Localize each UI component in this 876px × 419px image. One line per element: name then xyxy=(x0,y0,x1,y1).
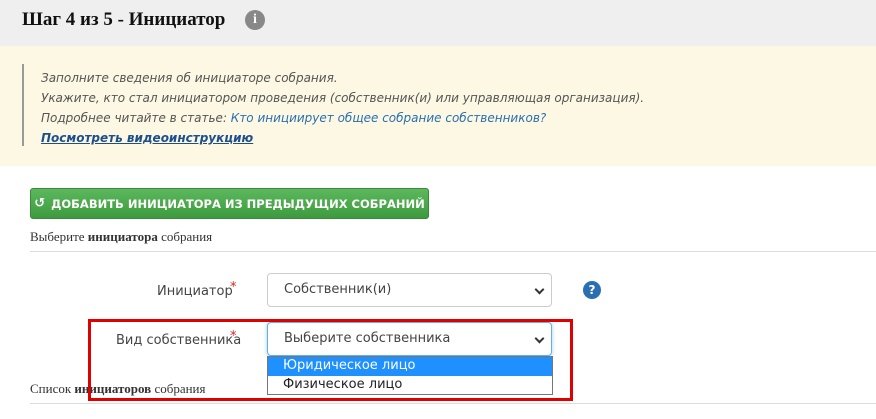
notice-panel: Заполните сведения об инициаторе собрани… xyxy=(0,46,876,166)
initiators-list-bold: инициаторов xyxy=(74,381,152,396)
dropdown-option-legal-entity[interactable]: Юридическое лицо xyxy=(268,357,552,376)
help-icon[interactable]: ? xyxy=(583,281,601,299)
notice-line-4: Посмотреть видеоинструкцию xyxy=(41,128,644,148)
choose-initiator-bold: инициатора xyxy=(87,229,158,244)
notice-line-1: Заполните сведения об инициаторе собрани… xyxy=(41,71,338,85)
add-initiator-button-label: ДОБАВИТЬ ИНИЦИАТОРА ИЗ ПРЕДЫДУЩИХ СОБРАН… xyxy=(51,196,425,211)
required-mark: * xyxy=(230,280,237,295)
owner-type-dropdown: Юридическое лицо Физическое лицо xyxy=(267,356,553,395)
initiators-list-prefix: Список xyxy=(30,381,75,396)
owner-type-select-value: Выберите собственника xyxy=(284,331,451,346)
notice-line-3: Подробнее читайте в статье: Кто иницииру… xyxy=(41,108,644,128)
notice-text: Заполните сведения об инициаторе собрани… xyxy=(41,68,644,148)
initiators-list-suffix: собрания xyxy=(151,381,206,396)
chevron-down-icon xyxy=(534,333,545,344)
page-title: Шаг 4 из 5 - Инициатор xyxy=(22,9,226,30)
history-icon: ↺ xyxy=(34,196,46,211)
initiator-field-label: Инициатор xyxy=(157,284,233,299)
initiators-list-label: Список инициаторов собрания xyxy=(30,381,206,397)
initiator-select-value: Собственник(и) xyxy=(284,282,392,297)
add-initiator-from-previous-button[interactable]: ↺ ДОБАВИТЬ ИНИЦИАТОРА ИЗ ПРЕДЫДУЩИХ СОБР… xyxy=(30,188,429,219)
dropdown-option-individual[interactable]: Физическое лицо xyxy=(268,376,552,395)
video-instruction-link[interactable]: Посмотреть видеоинструкцию xyxy=(41,131,253,145)
choose-initiator-label: Выберите инициатора собрания xyxy=(30,229,212,245)
initiator-select[interactable]: Собственник(и) xyxy=(267,273,552,307)
choose-initiator-prefix: Выберите xyxy=(30,229,88,244)
choose-initiator-suffix: собрания xyxy=(157,229,213,244)
step-header: Шаг 4 из 5 - Инициатор i xyxy=(0,0,876,46)
owner-type-field-label: Вид собственника xyxy=(116,333,242,348)
notice-line-3-prefix: Подробнее читайте в статье: xyxy=(41,111,231,125)
info-icon[interactable]: i xyxy=(245,10,265,30)
notice-border xyxy=(22,64,24,146)
notice-line-2: Укажите, кто стал инициатором проведения… xyxy=(41,91,645,105)
section-divider xyxy=(30,251,876,252)
article-link[interactable]: Кто инициирует общее собрание собственни… xyxy=(231,111,546,125)
owner-type-select[interactable]: Выберите собственника xyxy=(267,322,552,356)
section-divider xyxy=(30,403,876,404)
required-mark: * xyxy=(230,329,237,344)
chevron-down-icon xyxy=(534,284,545,295)
